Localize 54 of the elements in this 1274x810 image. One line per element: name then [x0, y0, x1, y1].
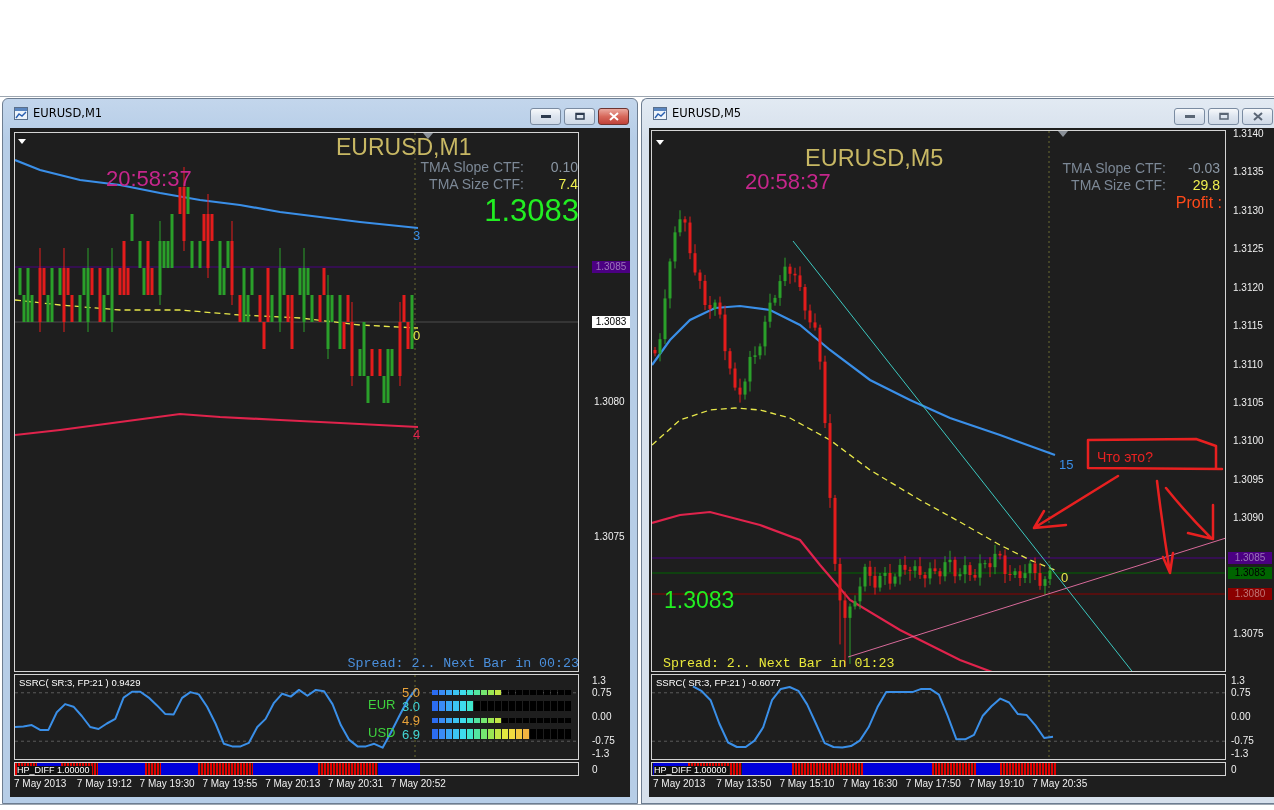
price-tag: 1.3080 — [1228, 588, 1272, 600]
currency-label: EUR — [368, 698, 397, 711]
axis-label: -0.75 — [592, 735, 615, 748]
price-label: 1.3130 — [1233, 205, 1264, 217]
time-label: 7 May 19:12 — [76, 778, 132, 790]
price-label: 1.3075 — [594, 531, 625, 543]
indicator-label: HP_DIFF 1.00000 — [654, 766, 729, 775]
axis-label: 0 — [1231, 764, 1237, 776]
price-label: 1.3090 — [1233, 512, 1264, 524]
price-tag: 1.3085 — [1228, 552, 1272, 564]
price-label: 1.3110 — [1233, 359, 1263, 371]
axis-label: 0.00 — [1231, 711, 1251, 723]
chart-title: SSRC( SR:3, FP:21 ) 0.9429 — [19, 678, 141, 688]
indicator-label: HP_DIFF 1.00000 — [17, 766, 92, 775]
axis-label: 0.75 — [1231, 686, 1251, 699]
price-tag: 1.3085 — [592, 261, 630, 273]
time-label: 7 May 2013 — [653, 778, 706, 790]
axis-label: 1.3 — [592, 674, 606, 687]
time-label: 7 May 20:13 — [265, 778, 321, 790]
price-label: 1.3075 — [1233, 628, 1264, 640]
price-tag: 1.3083 — [1228, 567, 1272, 579]
price-tag: 1.3083 — [592, 316, 630, 328]
price-label: 1.3140 — [1233, 128, 1264, 140]
strength-value: 6.9 — [401, 727, 422, 741]
time-label: 7 May 20:31 — [328, 778, 384, 790]
time-label: 7 May 19:30 — [139, 778, 195, 790]
price-label: 1.3095 — [1233, 474, 1264, 486]
price-label: 1.3100 — [1233, 435, 1264, 447]
axis-label: 0 — [592, 764, 598, 776]
window-title: EURUSD,M1 — [33, 104, 103, 122]
time-label: 7 May 16:30 — [842, 778, 898, 790]
axis-label: 1.3 — [1231, 674, 1245, 687]
price-label: 1.3135 — [1233, 166, 1264, 178]
axis-label: -1.3 — [592, 747, 610, 760]
time-label: 7 May 15:10 — [779, 778, 835, 790]
time-label: 7 May 19:55 — [202, 778, 258, 790]
time-label: 7 May 2013 — [14, 778, 67, 790]
chart-title: SSRC( SR:3, FP:21 ) -0.6077 — [656, 678, 781, 688]
time-label: 7 May 20:52 — [390, 778, 446, 790]
time-label: 7 May 13:50 — [716, 778, 772, 790]
axis-label: 0.00 — [592, 711, 612, 723]
axis-label: 0.75 — [592, 686, 612, 699]
time-label: 7 May 19:10 — [969, 778, 1025, 790]
price-label: 1.3115 — [1233, 320, 1263, 332]
price-label: 1.3105 — [1233, 397, 1264, 409]
axis-label: -1.3 — [1231, 747, 1249, 760]
strength-value: 4.9 — [401, 713, 422, 727]
price-label: 1.3080 — [594, 396, 625, 408]
window-title: EURUSD,M5 — [672, 104, 742, 122]
time-label: 7 May 20:35 — [1032, 778, 1088, 790]
price-label: 1.3120 — [1233, 282, 1264, 294]
price-label: 1.3125 — [1233, 243, 1264, 255]
time-label: 7 May 17:50 — [905, 778, 961, 790]
axis-label: -0.75 — [1231, 735, 1254, 748]
